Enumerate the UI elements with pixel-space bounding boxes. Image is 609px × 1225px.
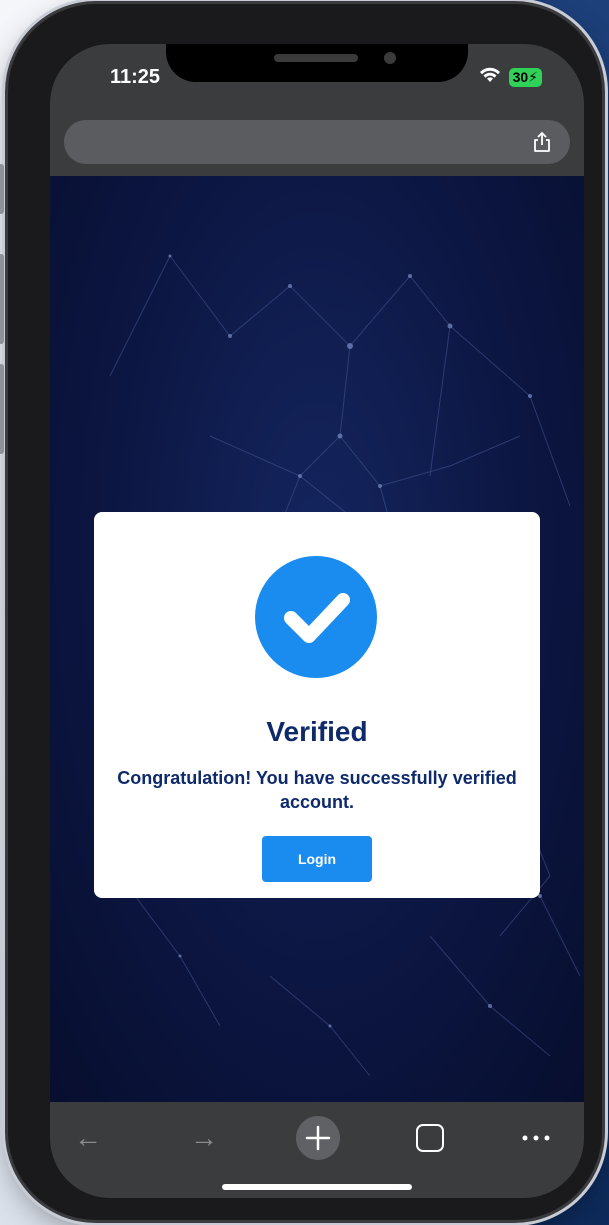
wifi-icon — [479, 66, 501, 89]
address-bar[interactable] — [64, 120, 570, 164]
browser-toolbar: ← → — [50, 1102, 584, 1198]
home-indicator[interactable] — [222, 1184, 412, 1190]
more-dots-icon — [522, 1135, 550, 1141]
share-icon[interactable] — [530, 130, 554, 154]
front-camera — [384, 52, 396, 64]
forward-button[interactable]: → — [180, 1114, 228, 1162]
notch-speaker — [274, 54, 358, 62]
tabs-square-icon — [416, 1124, 444, 1152]
status-bar: 11:25 30⚡ — [50, 44, 584, 116]
new-tab-button[interactable] — [294, 1114, 342, 1162]
modal-title: Verified — [266, 716, 368, 747]
volume-up-button — [0, 254, 4, 344]
web-page: Verified Congratulation! You have succes… — [50, 176, 584, 1102]
more-button[interactable] — [512, 1114, 560, 1162]
status-icons: 30⚡ — [479, 66, 542, 89]
mute-switch — [0, 164, 4, 214]
tabs-button[interactable] — [406, 1114, 454, 1162]
phone-frame: 11:25 30⚡ Verified Congratulation! You h… — [0, 4, 602, 1220]
battery-level: 30 — [512, 69, 529, 85]
modal-message: Congratulation! You have successfully ve… — [117, 768, 517, 812]
verification-modal: Verified Congratulation! You have succes… — [94, 512, 540, 898]
arrow-right-icon: → — [190, 1122, 218, 1153]
browser-address-area — [50, 116, 584, 176]
login-button[interactable]: Login — [262, 836, 372, 882]
notch — [166, 44, 468, 82]
arrow-left-icon: ← — [74, 1122, 102, 1153]
volume-down-button — [0, 364, 4, 454]
status-time: 11:25 — [110, 66, 161, 88]
checkmark-circle-icon — [255, 556, 377, 678]
plus-circle-icon — [296, 1116, 340, 1160]
phone-screen: 11:25 30⚡ Verified Congratulation! You h… — [50, 44, 584, 1198]
back-button[interactable]: ← — [64, 1114, 112, 1162]
battery-icon: 30⚡ — [508, 68, 542, 87]
